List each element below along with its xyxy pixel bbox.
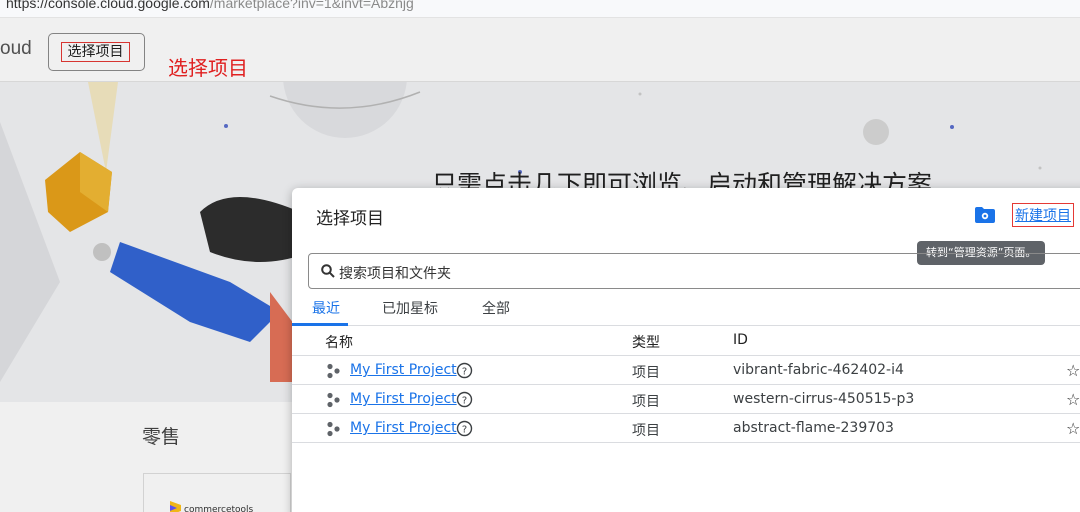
select-project-dialog: 选择项目 新建项目 转到“管理资源”页面。 搜索项目和文件夹 最近 已加星标 全…	[292, 188, 1080, 512]
table-row[interactable]: My First Project ? 项目 abstract-flame-239…	[292, 414, 1080, 443]
svg-text:?: ?	[462, 395, 467, 406]
column-id: ID	[733, 332, 748, 348]
project-name-link[interactable]: My First Project	[350, 391, 457, 407]
commercetools-logo-icon	[170, 501, 181, 512]
project-name-link[interactable]: My First Project	[350, 362, 457, 378]
project-type: 项目	[632, 394, 660, 410]
svg-text:?: ?	[462, 366, 467, 377]
help-icon[interactable]: ?	[456, 420, 473, 437]
search-input[interactable]: 搜索项目和文件夹	[308, 253, 1080, 289]
project-type: 项目	[632, 423, 660, 439]
annotation-select-project: 选择项目	[168, 56, 248, 80]
browser-url-bar[interactable]: https://console.cloud.google.com/marketp…	[0, 0, 1080, 18]
section-retail-title: 零售	[142, 426, 181, 448]
help-icon[interactable]: ?	[456, 391, 473, 408]
card-logo-text: commercetools	[184, 505, 254, 512]
project-tabs: 最近 已加星标 全部	[292, 290, 1080, 326]
tab-starred[interactable]: 已加星标	[382, 298, 438, 318]
light-beam	[88, 82, 118, 172]
column-name: 名称	[325, 335, 353, 351]
dialog-title: 选择项目	[316, 209, 384, 229]
project-type: 项目	[632, 365, 660, 381]
project-icon	[327, 392, 340, 408]
column-type: 类型	[632, 335, 660, 351]
new-project-link[interactable]: 新建项目	[1012, 203, 1074, 227]
select-project-label: 选择项目	[61, 42, 130, 62]
star-dot	[224, 124, 228, 128]
project-icon	[327, 421, 340, 437]
search-placeholder: 搜索项目和文件夹	[339, 266, 451, 282]
project-id: abstract-flame-239703	[733, 420, 894, 436]
table-header: 名称 类型 ID	[292, 326, 1080, 356]
table-row[interactable]: My First Project ? 项目 western-cirrus-450…	[292, 385, 1080, 414]
solution-card[interactable]: commercetools	[143, 473, 291, 512]
rock-shape	[0, 122, 60, 382]
project-id: vibrant-fabric-462402-i4	[733, 362, 904, 378]
star-icon[interactable]: ☆	[1066, 390, 1080, 409]
help-icon[interactable]: ?	[456, 362, 473, 379]
manage-resources-folder-icon[interactable]	[974, 206, 996, 224]
star-dot	[638, 92, 642, 96]
search-icon	[321, 264, 335, 278]
figure-hand	[93, 243, 111, 261]
select-project-button[interactable]: 选择项目	[48, 33, 145, 71]
project-name-link[interactable]: My First Project	[350, 420, 457, 436]
top-bar: oud 选择项目	[0, 18, 1080, 82]
tab-recent[interactable]: 最近	[312, 298, 340, 318]
star-dot	[950, 125, 954, 129]
url-text: https://console.cloud.google.com/marketp…	[6, 0, 414, 11]
star-dot	[1038, 166, 1042, 170]
project-id: western-cirrus-450515-p3	[733, 391, 915, 407]
star-icon[interactable]: ☆	[1066, 361, 1080, 380]
brand-text: oud	[0, 38, 32, 59]
planet-shape	[283, 82, 407, 138]
moon-shape	[863, 119, 889, 145]
table-row[interactable]: My First Project ? 项目 vibrant-fabric-462…	[292, 356, 1080, 385]
project-icon	[327, 363, 340, 379]
star-icon[interactable]: ☆	[1066, 419, 1080, 438]
svg-text:?: ?	[462, 424, 467, 435]
tab-all[interactable]: 全部	[482, 298, 510, 318]
